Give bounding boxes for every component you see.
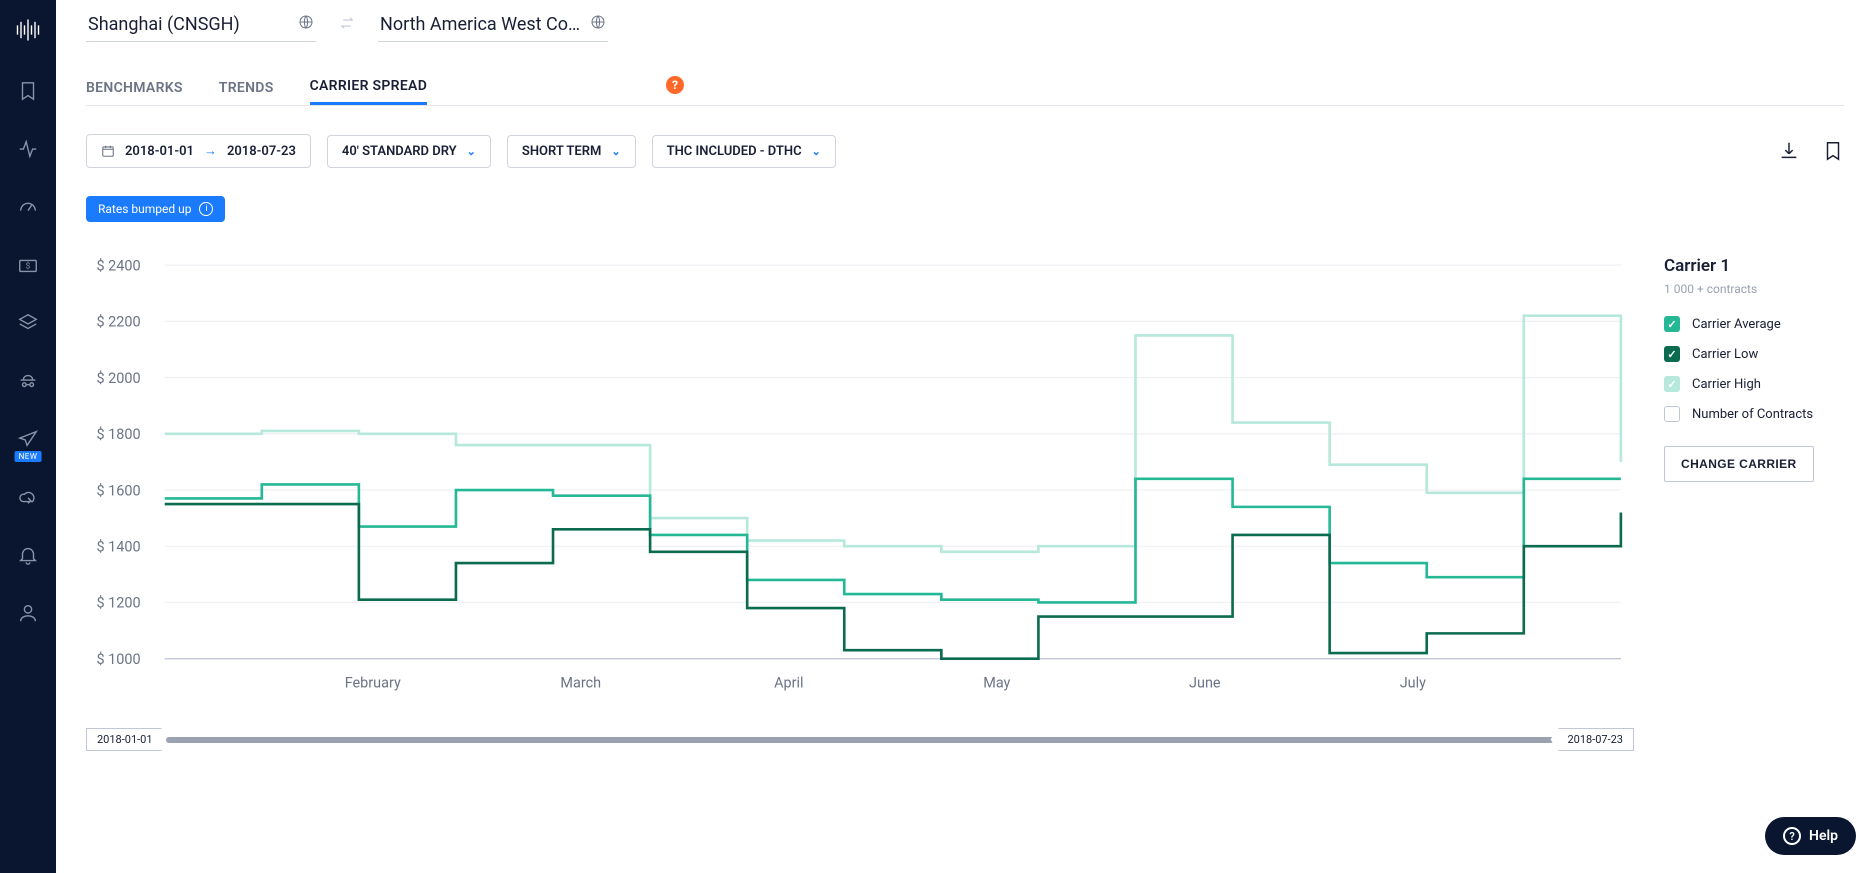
logo: [14, 16, 42, 44]
incognito-nav-icon[interactable]: [17, 370, 39, 392]
date-range-filter[interactable]: 2018-01-01 → 2018-07-23: [86, 134, 311, 168]
svg-text:$ 1400: $ 1400: [96, 538, 140, 555]
tab-carrier-spread[interactable]: CARRIER SPREAD: [310, 70, 428, 105]
legend-item[interactable]: Carrier Average: [1664, 316, 1844, 332]
svg-text:$ 2200: $ 2200: [96, 314, 140, 331]
date-range-slider[interactable]: 2018-01-01 2018-07-23: [86, 728, 1634, 751]
checkbox[interactable]: [1664, 346, 1680, 362]
bell-nav-icon[interactable]: [17, 544, 39, 566]
sidebar: $ NEW: [0, 0, 56, 873]
checkbox[interactable]: [1664, 316, 1680, 332]
help-icon[interactable]: ?: [666, 76, 684, 94]
new-badge: NEW: [15, 451, 42, 462]
range-handle-from[interactable]: 2018-01-01: [86, 728, 170, 751]
legend-title: Carrier 1: [1664, 256, 1844, 276]
tab-benchmarks[interactable]: BENCHMARKS: [86, 72, 183, 104]
globe-icon: [298, 14, 314, 35]
svg-text:March: March: [560, 675, 601, 692]
money-nav-icon[interactable]: $: [17, 254, 39, 276]
svg-text:$ 1800: $ 1800: [96, 426, 140, 443]
legend: Carrier 1 1 000 + contracts Carrier Aver…: [1634, 252, 1844, 751]
download-icon[interactable]: [1778, 140, 1800, 162]
origin-input[interactable]: Shanghai (CNSGH): [86, 8, 316, 42]
layers-nav-icon[interactable]: [17, 312, 39, 334]
svg-text:February: February: [345, 675, 401, 692]
svg-text:$ 1600: $ 1600: [96, 482, 140, 499]
help-button[interactable]: ? Help: [1765, 817, 1856, 855]
tabs: BENCHMARKS TRENDS CARRIER SPREAD ?: [86, 70, 1844, 106]
legend-label: Carrier Low: [1692, 347, 1758, 362]
destination-input[interactable]: North America West Co…: [378, 8, 608, 42]
svg-text:April: April: [774, 675, 803, 692]
filters: 2018-01-01 → 2018-07-23 40' STANDARD DRY…: [86, 134, 1844, 168]
thc-filter[interactable]: THC INCLUDED - DTHC ⌄: [652, 135, 836, 168]
route-selector: Shanghai (CNSGH) North America West Co…: [86, 0, 1844, 42]
legend-label: Number of Contracts: [1692, 407, 1813, 422]
swap-icon[interactable]: [338, 14, 356, 42]
svg-text:$ 2000: $ 2000: [96, 370, 140, 387]
calendar-icon: [101, 144, 115, 158]
checkbox[interactable]: [1664, 406, 1680, 422]
bookmark-nav-icon[interactable]: [17, 80, 39, 102]
destination-value: North America West Co…: [380, 14, 580, 35]
legend-label: Carrier Average: [1692, 317, 1781, 332]
svg-text:$: $: [26, 261, 31, 272]
range-handle-to[interactable]: 2018-07-23: [1550, 728, 1634, 751]
plane-nav-icon[interactable]: NEW: [17, 428, 39, 450]
svg-text:$ 1200: $ 1200: [96, 595, 140, 612]
origin-value: Shanghai (CNSGH): [88, 14, 240, 35]
svg-text:June: June: [1189, 675, 1221, 692]
svg-text:$ 1000: $ 1000: [96, 651, 140, 668]
container-filter[interactable]: 40' STANDARD DRY ⌄: [327, 135, 491, 168]
change-carrier-button[interactable]: CHANGE CARRIER: [1664, 446, 1814, 482]
chevron-down-icon: ⌄: [812, 145, 821, 158]
gauge-nav-icon[interactable]: [17, 196, 39, 218]
date-from: 2018-01-01: [125, 144, 194, 159]
chevron-down-icon: ⌄: [467, 145, 476, 158]
svg-text:May: May: [983, 675, 1010, 692]
cloud-nav-icon[interactable]: [17, 486, 39, 508]
svg-text:July: July: [1400, 675, 1426, 692]
globe-icon: [590, 14, 606, 35]
legend-item[interactable]: Carrier Low: [1664, 346, 1844, 362]
svg-text:$ 2400: $ 2400: [96, 257, 140, 274]
chevron-down-icon: ⌄: [611, 145, 620, 158]
bookmark-icon[interactable]: [1822, 140, 1844, 162]
activity-nav-icon[interactable]: [17, 138, 39, 160]
checkbox[interactable]: [1664, 376, 1680, 392]
rates-notice[interactable]: Rates bumped up i: [86, 196, 225, 222]
tab-trends[interactable]: TRENDS: [219, 72, 274, 104]
arrow-right-icon: →: [204, 143, 217, 159]
legend-item[interactable]: Carrier High: [1664, 376, 1844, 392]
carrier-spread-chart: $ 1000 $ 1200 $ 1400 $ 1600 $ 1800 $ 2000 $ 22…: [86, 252, 1634, 698]
legend-label: Carrier High: [1692, 377, 1761, 392]
term-filter[interactable]: SHORT TERM ⌄: [507, 135, 636, 168]
question-icon: ?: [1783, 827, 1801, 845]
legend-subtitle: 1 000 + contracts: [1664, 282, 1844, 296]
info-icon: i: [199, 202, 213, 216]
user-nav-icon[interactable]: [17, 602, 39, 624]
date-to: 2018-07-23: [227, 144, 296, 159]
range-track[interactable]: [166, 737, 1555, 743]
legend-item[interactable]: Number of Contracts: [1664, 406, 1844, 422]
